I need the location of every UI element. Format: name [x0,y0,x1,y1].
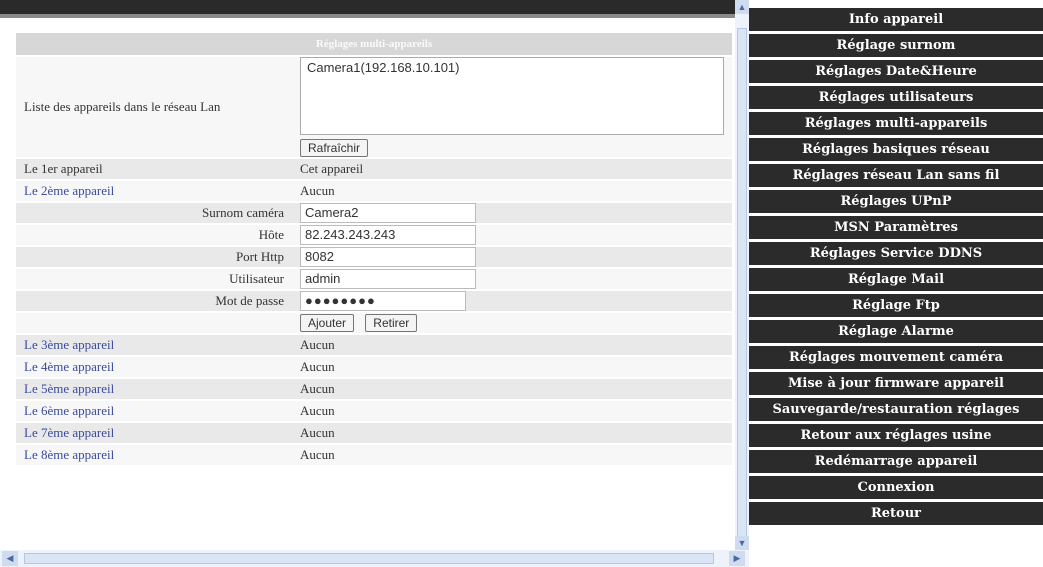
menu-item-mouvement-camera[interactable]: Réglages mouvement caméra [749,346,1043,369]
alias-input[interactable]: Camera2 [300,203,476,223]
menu-item-upnp[interactable]: Réglages UPnP [749,190,1043,213]
lan-device-list[interactable]: Camera1(192.168.10.101) [300,57,724,135]
device-row-3: Le 3ème appareil Aucun [16,335,732,355]
horizontal-scroll-thumb[interactable] [24,553,714,564]
device-6-value: Aucun [292,401,732,421]
menu-item-connexion[interactable]: Connexion [749,476,1043,499]
add-button[interactable]: Ajouter [300,314,355,332]
lan-list-row: Liste des appareils dans le réseau Lan C… [16,57,732,157]
alias-row: Surnom caméra Camera2 [16,203,732,223]
device-row-8: Le 8ème appareil Aucun [16,445,732,465]
scroll-down-icon[interactable]: ▼ [735,536,749,550]
device-7-link[interactable]: Le 7ème appareil [16,423,292,443]
menu-item-firmware[interactable]: Mise à jour firmware appareil [749,372,1043,395]
menu-item-retour[interactable]: Retour [749,502,1043,525]
port-input[interactable]: 8082 [300,247,476,267]
menu-item-msn[interactable]: MSN Paramètres [749,216,1043,239]
menu-item-lan-sans-fil[interactable]: Réglages réseau Lan sans fil [749,164,1043,187]
multi-device-table: Réglages multi-appareils Liste des appar… [16,31,732,467]
password-label: Mot de passe [16,291,292,311]
device-3-value: Aucun [292,335,732,355]
menu-item-alarme[interactable]: Réglage Alarme [749,320,1043,343]
horizontal-scrollbar[interactable]: ◀ ▶ [0,550,749,567]
device-row-7: Le 7ème appareil Aucun [16,423,732,443]
scroll-up-icon[interactable]: ▲ [735,0,749,14]
device-1-value: Cet appareil [292,159,732,179]
menu-item-ftp[interactable]: Réglage Ftp [749,294,1043,317]
host-row: Hôte 82.243.243.243 [16,225,732,245]
menu-item-ddns[interactable]: Réglages Service DDNS [749,242,1043,265]
device-4-value: Aucun [292,357,732,377]
device-6-link[interactable]: Le 6ème appareil [16,401,292,421]
device-row-5: Le 5ème appareil Aucun [16,379,732,399]
table-header-row: Réglages multi-appareils [16,33,732,55]
menu-item-basiques-reseau[interactable]: Réglages basiques réseau [749,138,1043,161]
refresh-button[interactable]: Rafraîchir [300,139,369,157]
menu-item-multi-appareils[interactable]: Réglages multi-appareils [749,112,1043,135]
device-8-link[interactable]: Le 8ème appareil [16,445,292,465]
device-row-6: Le 6ème appareil Aucun [16,401,732,421]
top-bar [0,0,735,14]
device-2-link[interactable]: Le 2ème appareil [16,181,292,201]
device-2-value: Aucun [292,181,732,201]
port-label: Port Http [16,247,292,267]
host-label: Hôte [16,225,292,245]
device-row-2: Le 2ème appareil Aucun [16,181,732,201]
remove-button[interactable]: Retirer [365,314,418,332]
menu-item-sauvegarde[interactable]: Sauvegarde/restauration réglages [749,398,1043,421]
menu-item-info-appareil[interactable]: Info appareil [749,8,1043,31]
menu-item-utilisateurs[interactable]: Réglages utilisateurs [749,86,1043,109]
actions-row: Ajouter Retirer [16,313,732,333]
menu-item-redemarrage[interactable]: Redémarrage appareil [749,450,1043,473]
password-input[interactable]: ●●●●●●●● [300,291,466,311]
menu-item-mail[interactable]: Réglage Mail [749,268,1043,291]
lan-list-cell: Camera1(192.168.10.101) Rafraîchir [292,57,732,157]
device-4-link[interactable]: Le 4ème appareil [16,357,292,377]
device-7-value: Aucun [292,423,732,443]
settings-frame: Réglages multi-appareils Liste des appar… [0,18,735,550]
user-label: Utilisateur [16,269,292,289]
vertical-scroll-thumb[interactable] [737,28,747,538]
device-1-label: Le 1er appareil [16,159,292,179]
user-row: Utilisateur admin [16,269,732,289]
vertical-scrollbar[interactable]: ▲ ▼ [735,0,749,550]
lan-device-item[interactable]: Camera1(192.168.10.101) [307,60,717,75]
device-3-link[interactable]: Le 3ème appareil [16,335,292,355]
scroll-left-icon[interactable]: ◀ [2,551,18,566]
device-row-4: Le 4ème appareil Aucun [16,357,732,377]
actions-cell: Ajouter Retirer [292,313,732,333]
password-row: Mot de passe ●●●●●●●● [16,291,732,311]
alias-label: Surnom caméra [16,203,292,223]
user-input[interactable]: admin [300,269,476,289]
menu-item-reglage-surnom[interactable]: Réglage surnom [749,34,1043,57]
device-8-value: Aucun [292,445,732,465]
host-input[interactable]: 82.243.243.243 [300,225,476,245]
lan-list-label: Liste des appareils dans le réseau Lan [16,57,292,157]
port-row: Port Http 8082 [16,247,732,267]
scroll-right-icon[interactable]: ▶ [729,551,745,566]
device-5-value: Aucun [292,379,732,399]
menu-item-date-heure[interactable]: Réglages Date&Heure [749,60,1043,83]
settings-menu: Info appareil Réglage surnom Réglages Da… [749,8,1043,567]
device-row-1: Le 1er appareil Cet appareil [16,159,732,179]
menu-item-reglages-usine[interactable]: Retour aux réglages usine [749,424,1043,447]
section-title: Réglages multi-appareils [16,33,732,55]
device-5-link[interactable]: Le 5ème appareil [16,379,292,399]
